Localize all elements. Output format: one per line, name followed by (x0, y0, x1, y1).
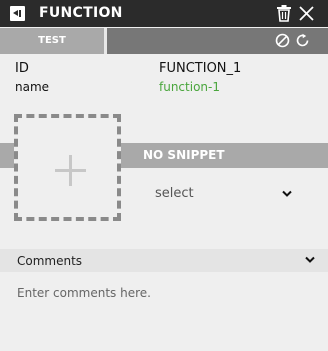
property-name-label: name (15, 80, 50, 94)
disable-icon[interactable] (275, 33, 290, 48)
tab-bar: TEST (0, 28, 328, 54)
tab-bar-actions (107, 28, 328, 54)
chevron-down-icon (305, 256, 315, 263)
add-snippet-button[interactable] (14, 114, 121, 221)
reset-icon[interactable] (295, 33, 310, 48)
comments-header[interactable]: Comments (0, 249, 328, 272)
property-id-value: FUNCTION_1 (159, 61, 242, 76)
snippet-status-label: NO SNIPPET (143, 148, 225, 162)
property-id-label: ID (15, 61, 29, 76)
chevron-down-icon (282, 190, 292, 197)
select-value: select (155, 186, 194, 201)
collapse-panel-icon[interactable] (10, 6, 25, 21)
panel-title: FUNCTION (39, 5, 123, 21)
title-bar: FUNCTION (0, 0, 328, 27)
snippet-select[interactable]: select (143, 181, 303, 207)
trash-icon[interactable] (276, 5, 292, 22)
property-name-value[interactable]: function-1 (159, 80, 220, 94)
tab-test[interactable]: TEST (0, 28, 104, 54)
comments-input[interactable] (0, 272, 328, 351)
comments-label: Comments (17, 254, 83, 268)
close-icon[interactable] (298, 5, 315, 22)
